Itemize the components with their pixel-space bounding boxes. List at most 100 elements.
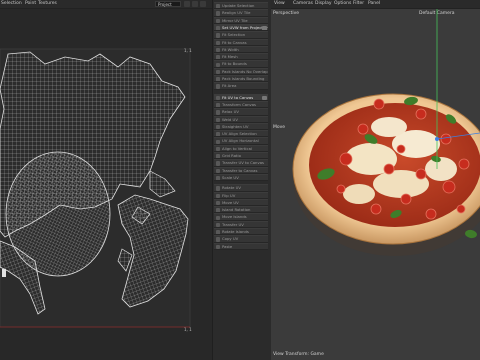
tool-button-label: Pack Islands Bounding <box>222 76 265 81</box>
tool-icon <box>215 11 220 16</box>
tool-button[interactable]: Fit to Canvas <box>214 38 268 46</box>
tool-button-label: Fit Width <box>222 46 239 52</box>
tool-button-label: Grid Ratio <box>222 153 241 158</box>
tool-icon <box>215 47 220 53</box>
tool-button-label: Realign UV Tile <box>222 10 251 16</box>
tool-button[interactable]: Paste <box>214 242 268 250</box>
tool-button-label: Fit Mesh <box>222 54 238 60</box>
tool-button[interactable]: Pack Islands No Overlap <box>214 67 268 76</box>
tool-button-label: Update Selection <box>222 3 255 8</box>
tool-icon <box>215 40 220 45</box>
tool-button-label: Relax UV <box>222 109 240 115</box>
tool-icon <box>215 103 220 108</box>
uv-editor-canvas[interactable]: 1, 1 1, 1 <box>0 9 212 360</box>
tool-button-label: Transfer UV <box>222 221 244 227</box>
tool-icon <box>215 215 220 220</box>
menu-panel[interactable]: Panel <box>368 1 380 6</box>
tool-button[interactable]: Update Selection <box>214 2 268 10</box>
tool-button-label: Flip UV <box>222 192 236 198</box>
tool-button-label: Rotate UV <box>222 185 242 191</box>
tool-button[interactable]: Scale UV <box>214 173 268 182</box>
tool-icon <box>215 176 220 181</box>
tool-button[interactable]: Move Islands <box>214 213 268 221</box>
tool-button-label: Pack Islands No Overlap <box>222 68 268 74</box>
tool-button[interactable]: Pack Islands Bounding <box>214 75 268 83</box>
tool-button[interactable]: UV Align Selection <box>214 130 268 138</box>
tool-button[interactable]: Move UV <box>214 198 268 207</box>
tool-button[interactable]: Weld UV <box>214 115 268 123</box>
menu-selection[interactable]: Selection <box>1 1 22 6</box>
tool-icon <box>215 230 220 235</box>
tool-button[interactable]: Transfer UV <box>214 220 268 229</box>
tool-icon <box>215 237 220 242</box>
tool-icon <box>215 124 220 130</box>
tool-icon <box>215 33 220 38</box>
menu-display[interactable]: Display <box>315 1 332 6</box>
tool-button[interactable]: Fit to Bounds <box>214 60 268 68</box>
settings-icon[interactable] <box>200 1 206 7</box>
options-icon[interactable] <box>262 26 267 31</box>
tool-button-label: Copy UV <box>222 236 239 242</box>
tool-icon <box>215 200 220 206</box>
menu-options[interactable]: Options <box>334 1 351 6</box>
tool-button[interactable]: Fit Area <box>214 82 268 90</box>
tool-icon <box>215 84 220 89</box>
options-icon[interactable] <box>262 95 267 100</box>
tool-button[interactable]: Copy UV <box>214 235 268 243</box>
tool-button[interactable]: Fit UV to Canvas <box>214 93 268 101</box>
tool-button[interactable]: Transform Canvas <box>214 100 268 109</box>
menu-filter[interactable]: Filter <box>353 1 364 6</box>
tool-button-label: Mirror UV Tile <box>222 17 248 23</box>
tool-button-label: Straighten UV <box>222 123 249 129</box>
tool-button-label: Weld UV <box>222 116 238 122</box>
tool-button[interactable]: Mirror UV Tile <box>214 16 268 24</box>
tool-button-label: Fit to Canvas <box>222 39 247 45</box>
tool-button[interactable]: Set UVW from Projection <box>214 23 268 32</box>
tool-button[interactable]: Fit Width <box>214 45 268 54</box>
grid-icon[interactable] <box>192 1 198 7</box>
uv-corner-label-bottom: 1, 1 <box>184 327 192 332</box>
tool-button[interactable]: Fit Selection <box>214 31 268 39</box>
home-icon[interactable] <box>184 1 190 7</box>
tool-icon <box>215 139 220 144</box>
viewport-3d[interactable]: Perspective Default Camera Move View Tra… <box>271 9 480 360</box>
tool-button-label: Fit UV to Canvas <box>222 94 254 100</box>
tool-icon <box>215 62 220 67</box>
tool-icon <box>215 26 220 31</box>
menu-cameras[interactable]: Cameras <box>293 1 313 6</box>
tool-icon <box>215 193 220 198</box>
menu-textures[interactable]: Textures <box>38 1 57 6</box>
tool-button[interactable]: Transfer UV to Canvas <box>214 159 268 167</box>
tool-button-label: Island Rotation <box>222 207 251 213</box>
menu-point[interactable]: Point <box>25 1 36 6</box>
tool-icon <box>215 18 220 23</box>
gizmo-pivot-icon <box>435 137 439 141</box>
tool-button-label: Rotate Islands <box>222 229 249 234</box>
tool-icon <box>215 222 220 228</box>
tool-icon <box>215 117 220 122</box>
projection-select[interactable]: Project <box>155 1 181 7</box>
tool-button[interactable]: Align to Vertical <box>214 144 268 153</box>
tool-icon <box>215 4 220 9</box>
tool-button[interactable]: Transfer to Canvas <box>214 166 268 174</box>
tool-button[interactable]: Relax UV <box>214 108 268 116</box>
tool-button[interactable]: Rotate UV <box>214 184 268 192</box>
tool-button[interactable]: Straighten UV <box>214 122 268 131</box>
tool-icon <box>215 168 220 173</box>
tool-icon <box>215 55 220 60</box>
tool-icon <box>215 69 220 75</box>
tool-button[interactable]: Realign UV Tile <box>214 9 268 17</box>
menu-view[interactable]: View <box>274 1 285 6</box>
tool-button[interactable]: Rotate Islands <box>214 228 268 236</box>
tool-button[interactable]: Flip UV <box>214 191 268 199</box>
tool-button[interactable]: Grid Ratio <box>214 152 268 160</box>
tool-icon <box>215 244 220 249</box>
tool-button[interactable]: UV Align Horizontal <box>214 137 268 145</box>
tool-button-label: Move Islands <box>222 214 247 220</box>
pizza-model <box>292 93 480 256</box>
tool-button-label: UV Align Horizontal <box>222 138 259 144</box>
tool-icon <box>215 208 220 213</box>
tool-button[interactable]: Fit Mesh <box>214 53 268 61</box>
tool-icon <box>215 95 220 100</box>
tool-button[interactable]: Island Rotation <box>214 206 268 214</box>
